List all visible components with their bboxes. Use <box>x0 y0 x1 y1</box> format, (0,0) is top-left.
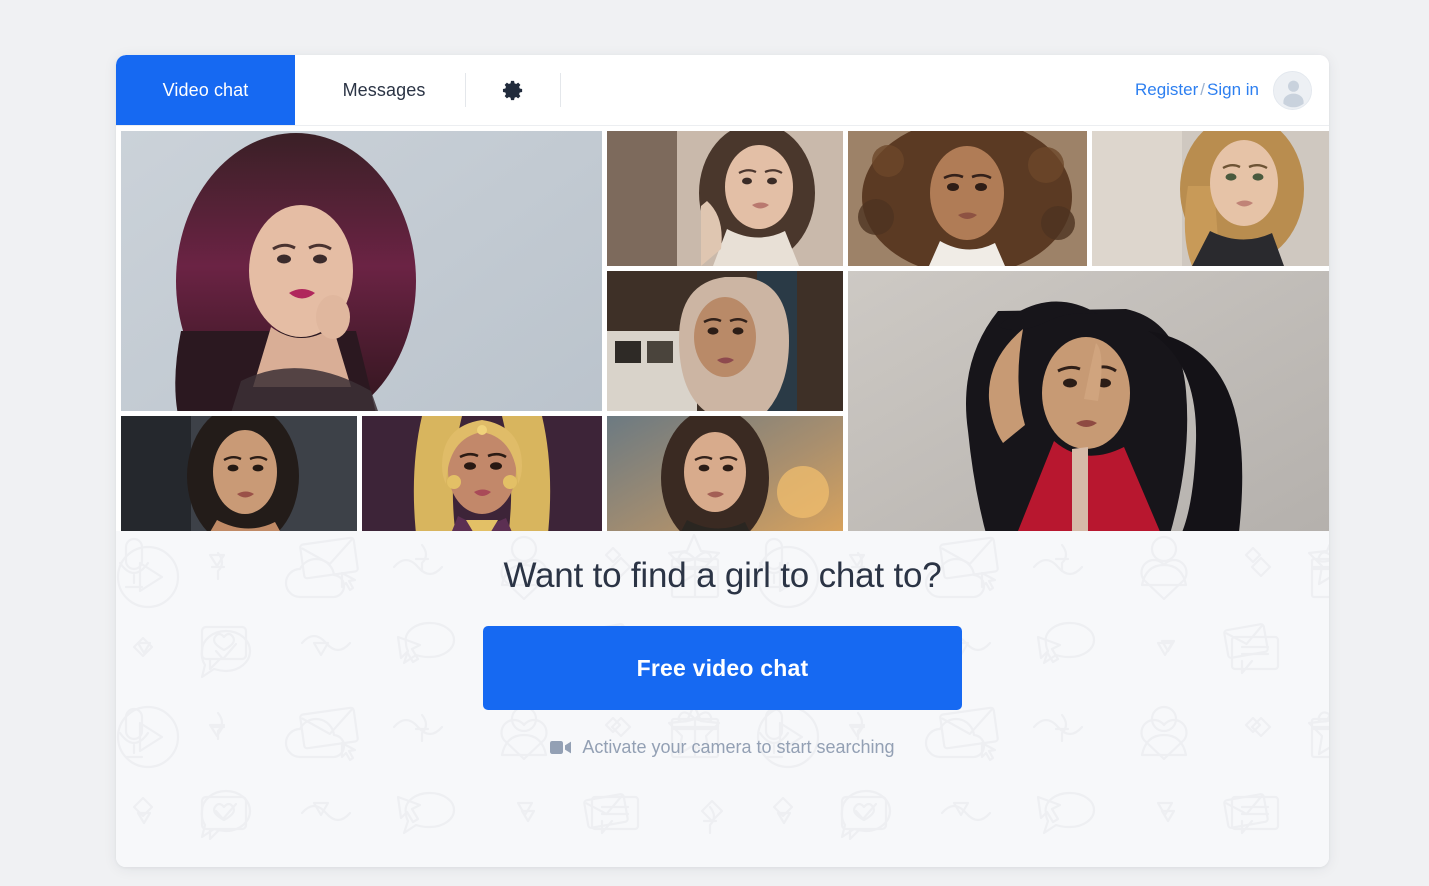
user-avatar-placeholder-icon <box>1274 71 1311 109</box>
app-card: Video chat Messages Register / Sign in W… <box>116 55 1329 867</box>
tab-video-chat-label: Video chat <box>162 79 249 100</box>
signin-link[interactable]: Sign in <box>1207 80 1259 99</box>
register-link[interactable]: Register <box>1135 80 1198 99</box>
auth-separator: / <box>1200 80 1206 99</box>
hero-content: Want to find a girl to chat to? Free vid… <box>116 531 1329 758</box>
camera-hint-text: Activate your camera to start searching <box>582 737 895 757</box>
auth-links: Register / Sign in <box>1135 80 1259 100</box>
auth-area: Register / Sign in <box>1135 55 1329 125</box>
free-video-chat-button[interactable]: Free video chat <box>483 626 962 710</box>
camera-hint: Activate your camera to start searching <box>116 737 1329 758</box>
tab-video-chat[interactable]: Video chat <box>116 55 295 125</box>
gallery-photo-main[interactable] <box>121 131 602 411</box>
video-camera-icon <box>550 740 572 755</box>
gallery-photo-3[interactable] <box>1092 131 1329 266</box>
settings-button[interactable] <box>466 55 560 125</box>
gallery-photo-2[interactable] <box>848 131 1087 266</box>
header-spacer <box>561 55 1135 125</box>
gallery-photo-4[interactable] <box>607 271 843 411</box>
gallery-photo-1[interactable] <box>607 131 843 266</box>
avatar[interactable] <box>1273 70 1312 110</box>
gallery-grid <box>116 126 1329 551</box>
hero-section: Want to find a girl to chat to? Free vid… <box>116 531 1329 867</box>
tab-messages[interactable]: Messages <box>295 55 465 125</box>
page-title: Want to find a girl to chat to? <box>503 556 942 595</box>
app-header: Video chat Messages Register / Sign in <box>116 55 1329 126</box>
page-root: Video chat Messages Register / Sign in W… <box>0 0 1429 886</box>
gear-icon <box>502 79 525 102</box>
tab-messages-label: Messages <box>342 79 426 100</box>
gallery-photo-5[interactable] <box>848 271 1329 551</box>
